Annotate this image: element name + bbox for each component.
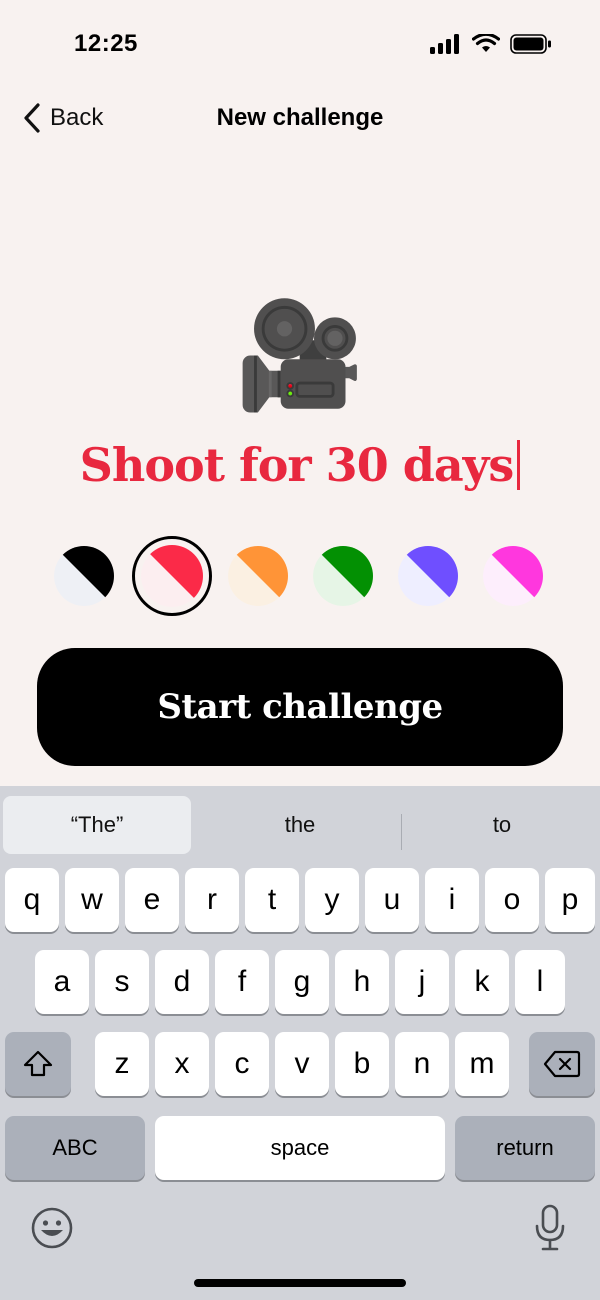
- key-k[interactable]: k: [455, 950, 509, 1014]
- key-p[interactable]: p: [545, 868, 595, 932]
- backspace-icon: [543, 1050, 581, 1078]
- abc-key[interactable]: ABC: [5, 1116, 145, 1180]
- swatch-purple-icon: [398, 546, 458, 606]
- key-i[interactable]: i: [425, 868, 479, 932]
- key-w[interactable]: w: [65, 868, 119, 932]
- key-b[interactable]: b: [335, 1032, 389, 1096]
- status-bar: 12:25: [0, 0, 600, 90]
- swatch-pink-icon: [483, 546, 543, 606]
- key-l[interactable]: l: [515, 950, 565, 1014]
- swatch-purple[interactable]: [398, 546, 458, 606]
- key-v[interactable]: v: [275, 1032, 329, 1096]
- key-r[interactable]: r: [185, 868, 239, 932]
- suggestion-divider: [401, 814, 402, 850]
- space-key[interactable]: space: [155, 1116, 445, 1180]
- delete-key[interactable]: [529, 1032, 595, 1096]
- key-g[interactable]: g: [275, 950, 329, 1014]
- home-indicator[interactable]: [194, 1279, 406, 1287]
- suggestion-item[interactable]: “The”: [3, 796, 191, 854]
- color-swatch-picker: [54, 536, 554, 616]
- swatch-pink[interactable]: [483, 546, 543, 606]
- key-z[interactable]: z: [95, 1032, 149, 1096]
- key-q[interactable]: q: [5, 868, 59, 932]
- swatch-black-icon: [54, 546, 114, 606]
- key-f[interactable]: f: [215, 950, 269, 1014]
- key-a[interactable]: a: [35, 950, 89, 1014]
- key-d[interactable]: d: [155, 950, 209, 1014]
- suggestion-item[interactable]: to: [404, 796, 600, 854]
- emoji-keyboard-icon[interactable]: [30, 1206, 74, 1250]
- return-key[interactable]: return: [455, 1116, 595, 1180]
- challenge-title-field[interactable]: Shoot for 30 days: [20, 428, 580, 502]
- swatch-black[interactable]: [54, 546, 114, 606]
- key-c[interactable]: c: [215, 1032, 269, 1096]
- cellular-signal-icon: [430, 34, 459, 54]
- swatch-orange[interactable]: [228, 546, 288, 606]
- swatch-red-icon: [141, 545, 203, 607]
- swatch-green-icon: [313, 546, 373, 606]
- key-o[interactable]: o: [485, 868, 539, 932]
- shift-icon: [23, 1050, 53, 1077]
- status-icons: [430, 34, 552, 54]
- start-challenge-button[interactable]: Start challenge: [37, 648, 563, 766]
- key-h[interactable]: h: [335, 950, 389, 1014]
- text-caret: [517, 440, 521, 490]
- key-y[interactable]: y: [305, 868, 359, 932]
- microphone-icon[interactable]: [534, 1204, 566, 1252]
- page-title: New challenge: [216, 104, 384, 131]
- swatch-red[interactable]: [132, 536, 212, 616]
- movie-camera-icon[interactable]: 🎥: [0, 296, 600, 416]
- challenge-title-input[interactable]: Shoot for 30 days: [80, 438, 515, 492]
- key-t[interactable]: t: [245, 868, 299, 932]
- keyboard-bottom-bar: [0, 1198, 600, 1258]
- status-time: 12:25: [74, 30, 138, 57]
- battery-icon: [510, 34, 551, 54]
- key-e[interactable]: e: [125, 868, 179, 932]
- swatch-green[interactable]: [313, 546, 373, 606]
- suggestion-item[interactable]: the: [202, 796, 398, 854]
- key-n[interactable]: n: [395, 1032, 449, 1096]
- shift-key[interactable]: [5, 1032, 71, 1096]
- key-x[interactable]: x: [155, 1032, 209, 1096]
- key-j[interactable]: j: [395, 950, 449, 1014]
- key-s[interactable]: s: [95, 950, 149, 1014]
- suggestion-bar: “The” the to: [0, 796, 600, 854]
- key-u[interactable]: u: [365, 868, 419, 932]
- swatch-orange-icon: [228, 546, 288, 606]
- wifi-icon: [472, 34, 500, 52]
- nav-bar: Back New challenge: [0, 96, 600, 140]
- key-m[interactable]: m: [455, 1032, 509, 1096]
